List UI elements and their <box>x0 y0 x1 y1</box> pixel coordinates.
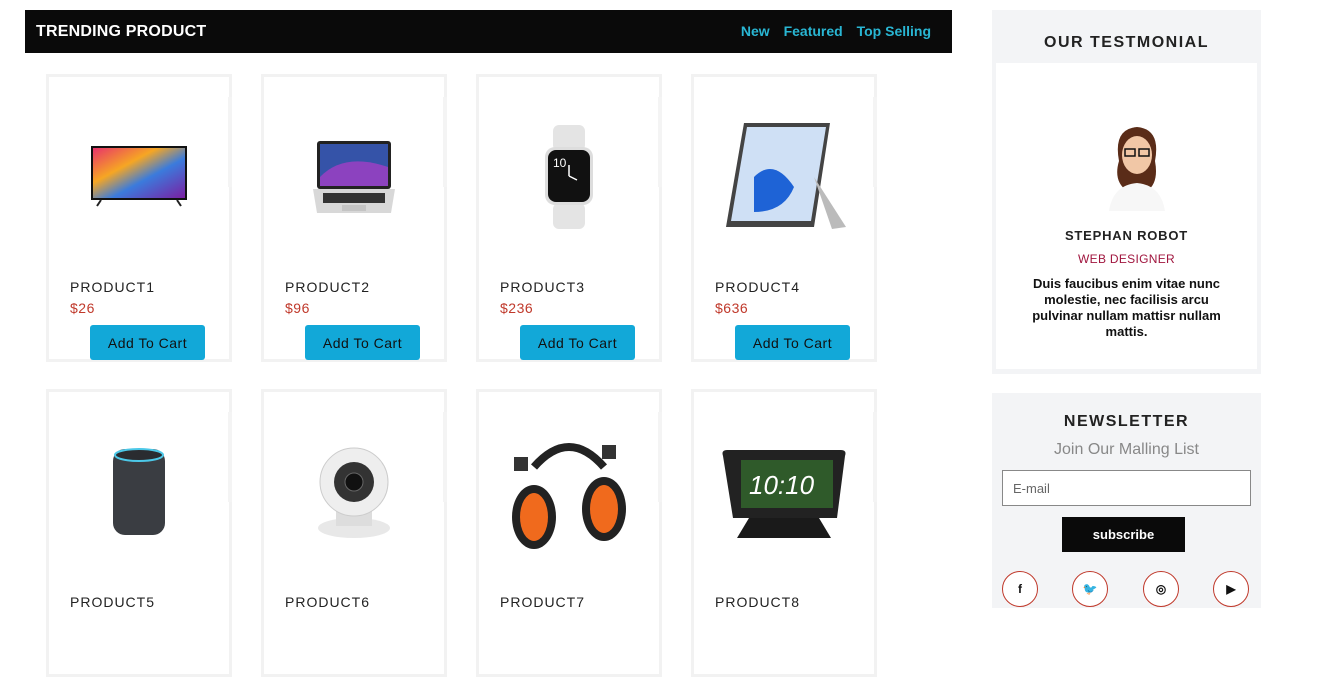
instagram-icon[interactable]: ◎ <box>1143 571 1179 607</box>
product-name: PRODUCT6 <box>285 594 371 610</box>
smart-speaker-icon <box>49 427 229 557</box>
security-camera-icon <box>264 427 444 557</box>
product-card-8[interactable]: 10:10 PRODUCT8 <box>691 389 877 677</box>
add-to-cart-button[interactable]: Add To Cart <box>90 325 205 360</box>
product-name: PRODUCT7 <box>500 594 586 610</box>
product-name: PRODUCT3 <box>500 279 586 295</box>
subscribe-button[interactable]: subscribe <box>1062 517 1185 552</box>
product-name: PRODUCT2 <box>285 279 371 295</box>
svg-text:10:10: 10:10 <box>749 470 815 500</box>
newsletter-panel: NEWSLETTER Join Our Malling List subscri… <box>992 393 1261 608</box>
tablet-icon <box>694 112 874 242</box>
testimonial-quote: Duis faucibus enim vitae nunc molestie, … <box>1032 276 1221 339</box>
tab-top-selling[interactable]: Top Selling <box>857 23 931 39</box>
earmuffs-icon <box>479 427 659 557</box>
trending-header-bar: TRENDING PRODUCT New Featured Top Sellin… <box>25 10 952 53</box>
add-to-cart-button[interactable]: Add To Cart <box>735 325 850 360</box>
trending-title: TRENDING PRODUCT <box>36 23 207 40</box>
testimonial-panel: OUR TESTMONIAL STEPHAN ROBOT WEB DESIGNE… <box>992 10 1261 374</box>
product-card-3[interactable]: 10 PRODUCT3 $236 Add To Cart <box>476 74 662 362</box>
tab-featured[interactable]: Featured <box>784 23 843 39</box>
testimonial-person-name: STEPHAN ROBOT <box>1064 228 1189 243</box>
add-to-cart-button[interactable]: Add To Cart <box>520 325 635 360</box>
newsletter-heading: NEWSLETTER <box>1063 413 1190 430</box>
product-price: $236 <box>500 300 534 316</box>
avatar <box>1103 121 1169 211</box>
youtube-icon[interactable]: ▶ <box>1213 571 1249 607</box>
testimonial-heading: OUR TESTMONIAL <box>1044 34 1209 51</box>
testimonial-person-role: WEB DESIGNER <box>1078 252 1175 266</box>
smartwatch-icon: 10 <box>479 112 659 242</box>
add-to-cart-button[interactable]: Add To Cart <box>305 325 420 360</box>
product-name: PRODUCT1 <box>70 279 156 295</box>
product-price: $636 <box>715 300 749 316</box>
tv-icon <box>49 112 229 242</box>
testimonial-card: STEPHAN ROBOT WEB DESIGNER Duis faucibus… <box>996 63 1257 369</box>
social-links: f 🐦 ◎ ▶ <box>1002 571 1251 611</box>
product-card-7[interactable]: PRODUCT7 <box>476 389 662 677</box>
product-card-2[interactable]: PRODUCT2 $96 Add To Cart <box>261 74 447 362</box>
email-field[interactable] <box>1002 470 1251 506</box>
trending-tabs: New Featured Top Selling <box>731 10 931 53</box>
twitter-icon[interactable]: 🐦 <box>1072 571 1108 607</box>
svg-text:10: 10 <box>553 156 567 170</box>
smart-display-icon: 10:10 <box>694 427 874 557</box>
product-price: $96 <box>285 300 310 316</box>
product-card-4[interactable]: PRODUCT4 $636 Add To Cart <box>691 74 877 362</box>
product-price: $26 <box>70 300 95 316</box>
product-name: PRODUCT4 <box>715 279 801 295</box>
product-card-6[interactable]: PRODUCT6 <box>261 389 447 677</box>
product-name: PRODUCT8 <box>715 594 801 610</box>
tab-new[interactable]: New <box>741 23 770 39</box>
facebook-icon[interactable]: f <box>1002 571 1038 607</box>
product-name: PRODUCT5 <box>70 594 156 610</box>
product-card-1[interactable]: PRODUCT1 $26 Add To Cart <box>46 74 232 362</box>
product-card-5[interactable]: PRODUCT5 <box>46 389 232 677</box>
newsletter-subheading: Join Our Malling List <box>1054 441 1199 458</box>
laptop-icon <box>264 112 444 242</box>
